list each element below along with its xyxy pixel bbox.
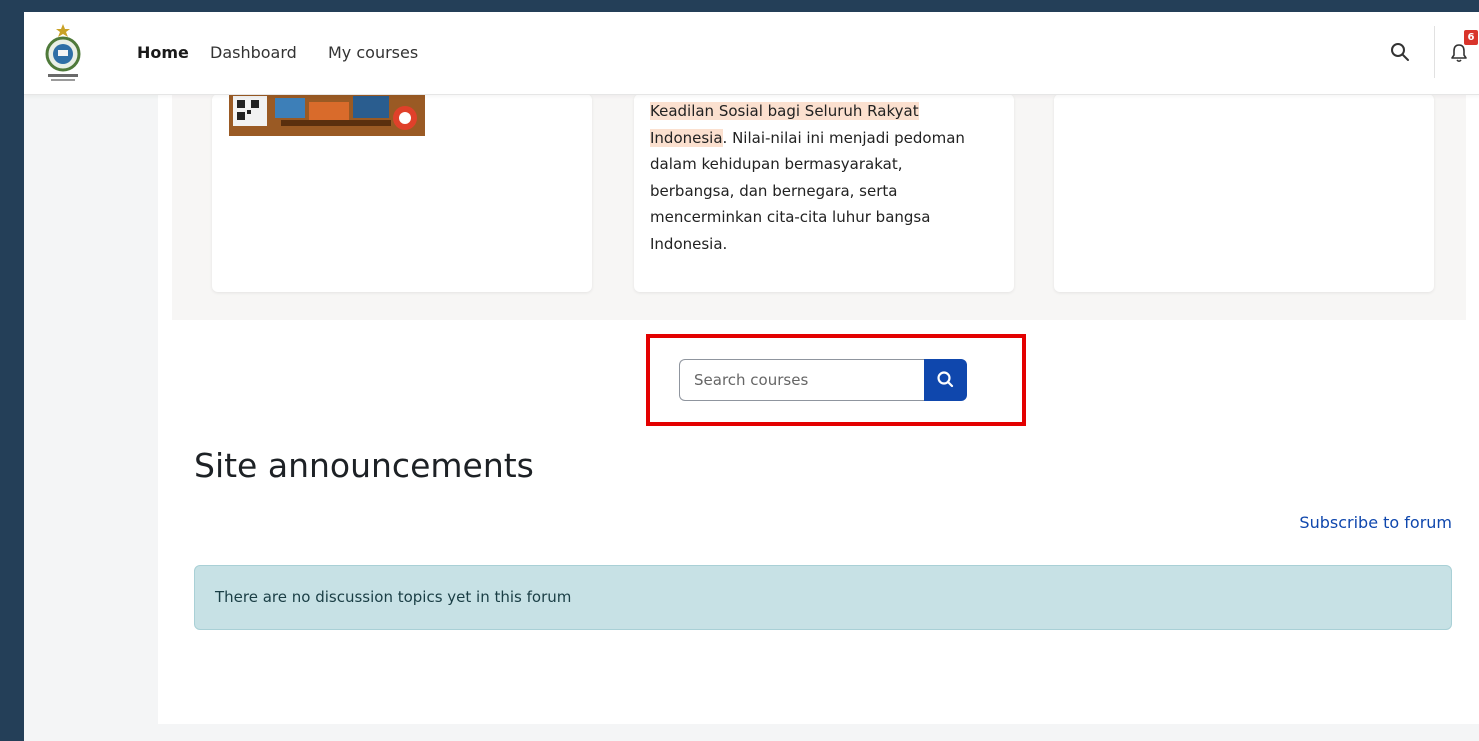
notifications-button[interactable] bbox=[1449, 42, 1469, 64]
course-card[interactable]: Keadilan Sosial bagi Seluruh Rakyat Indo… bbox=[634, 94, 1014, 292]
site-logo[interactable] bbox=[40, 22, 86, 84]
course-card[interactable] bbox=[1054, 94, 1434, 292]
nav-dashboard-link[interactable]: Dashboard bbox=[210, 43, 297, 62]
nav-my-courses-link[interactable]: My courses bbox=[328, 43, 418, 62]
course-summary: Keadilan Sosial bagi Seluruh Rakyat Indo… bbox=[650, 98, 990, 257]
site-announcements-heading: Site announcements bbox=[194, 446, 534, 485]
notification-count-badge: 6 bbox=[1464, 30, 1478, 45]
search-icon bbox=[937, 371, 954, 388]
no-topics-alert: There are no discussion topics yet in th… bbox=[194, 565, 1452, 630]
search-icon bbox=[1391, 43, 1409, 61]
navbar-search-button[interactable] bbox=[1388, 40, 1412, 64]
nav-home-link[interactable]: Home bbox=[137, 43, 189, 62]
course-image bbox=[229, 94, 425, 136]
top-navbar: Home Dashboard My courses 6 bbox=[24, 12, 1479, 95]
bell-icon bbox=[1451, 44, 1467, 63]
course-summary-text: . Nilai-nilai ini menjadi pedoman dalam … bbox=[650, 128, 965, 253]
navbar-divider bbox=[1434, 26, 1435, 78]
search-courses-input[interactable] bbox=[679, 359, 925, 401]
course-card[interactable] bbox=[212, 94, 592, 292]
course-cards-region: Keadilan Sosial bagi Seluruh Rakyat Indo… bbox=[172, 94, 1466, 320]
search-courses-button[interactable] bbox=[924, 359, 967, 401]
main-content: Keadilan Sosial bagi Seluruh Rakyat Indo… bbox=[158, 94, 1479, 724]
subscribe-to-forum-link[interactable]: Subscribe to forum bbox=[1299, 513, 1452, 532]
browser-viewport: Home Dashboard My courses 6 Keadilan Sos… bbox=[24, 12, 1479, 741]
